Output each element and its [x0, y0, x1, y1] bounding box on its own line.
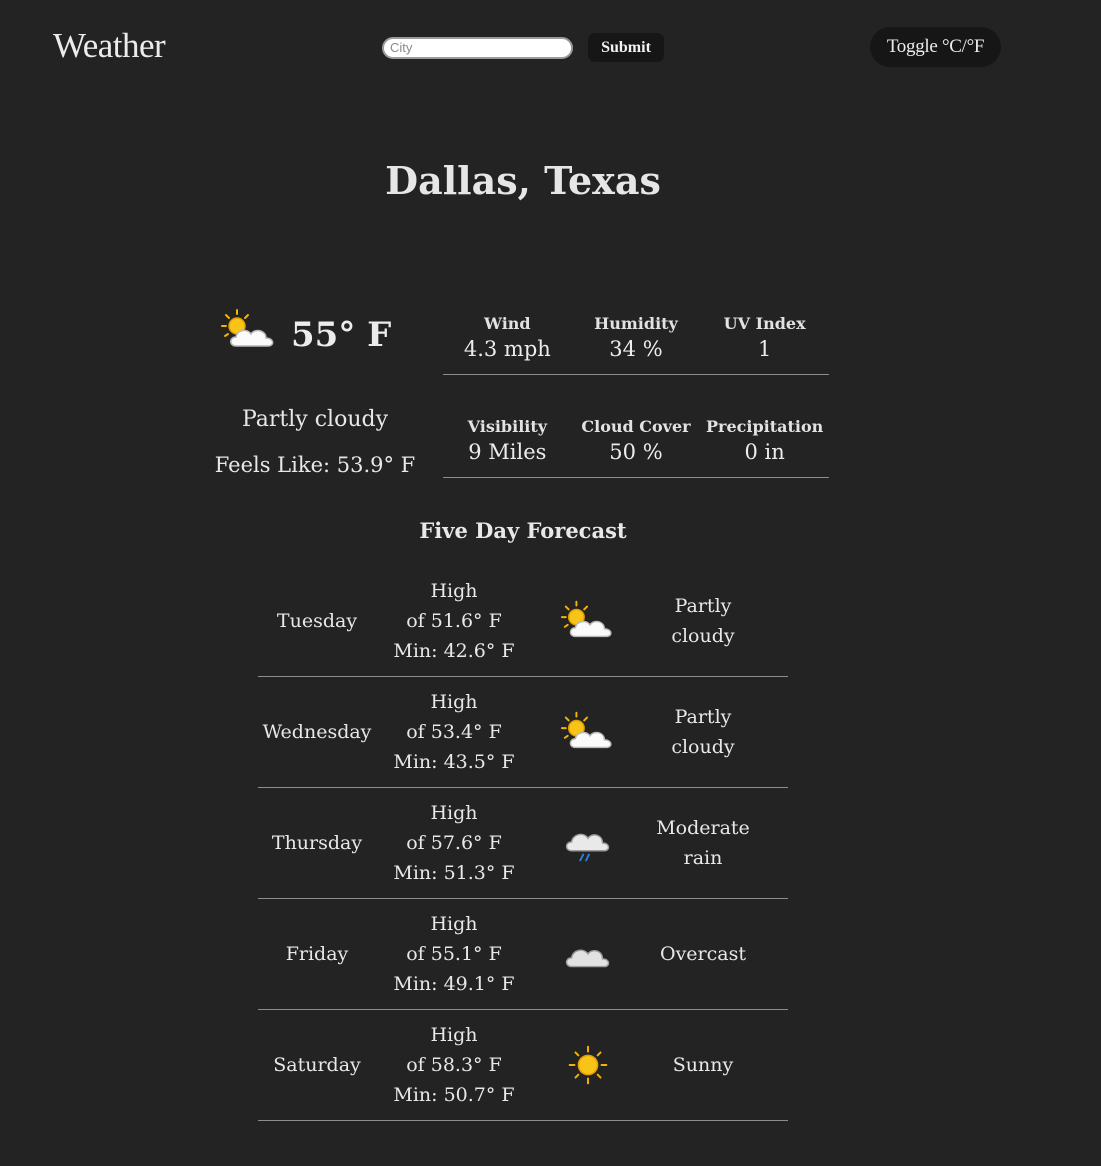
current-stats: Wind 4.3 mph Humidity 34 % UV Index 1 Vi…: [443, 308, 829, 478]
forecast-day: Saturday: [273, 1054, 361, 1076]
forecast-temps: High of 53.4° F Min: 43.5° F: [376, 687, 532, 777]
forecast-condition-line: rain: [683, 847, 723, 869]
overcast-cloud-icon: [560, 932, 616, 976]
forecast-temps: High of 55.1° F Min: 49.1° F: [376, 909, 532, 999]
stat-humidity: Humidity 34 %: [572, 308, 701, 374]
partly-cloudy-icon: [560, 599, 616, 643]
stat-label: Humidity: [594, 314, 678, 333]
forecast-day: Wednesday: [262, 721, 372, 743]
rain-cloud-icon: [560, 821, 616, 865]
forecast-condition: Moderate rain: [644, 813, 762, 873]
forecast-row: Saturday High of 58.3° F Min: 50.7° F Su…: [258, 1010, 788, 1121]
forecast-row: Friday High of 55.1° F Min: 49.1° F Over…: [258, 899, 788, 1010]
forecast-day: Thursday: [271, 832, 363, 854]
forecast-high: of 55.1° F: [406, 943, 502, 965]
forecast-condition-line: Overcast: [660, 943, 746, 965]
toggle-units-button[interactable]: Toggle °C/°F: [870, 27, 1001, 67]
city-search-input[interactable]: [382, 36, 573, 59]
stats-row: Visibility 9 Miles Cloud Cover 50 % Prec…: [443, 411, 829, 478]
forecast-row: Tuesday High of 51.6° F Min: 42.6° F Par…: [258, 566, 788, 677]
stat-value: 50 %: [609, 440, 663, 464]
sun-icon: [560, 1043, 616, 1087]
stat-label: UV Index: [723, 314, 806, 333]
forecast-row: Thursday High of 57.6° F Min: 51.3° F Mo…: [258, 788, 788, 899]
forecast-row: Wednesday High of 53.4° F Min: 43.5° F P…: [258, 677, 788, 788]
forecast-icon-cell: [532, 821, 644, 865]
forecast-min: Min: 49.1° F: [393, 973, 515, 995]
partly-cloudy-icon: [220, 308, 278, 352]
forecast-icon-cell: [532, 710, 644, 754]
forecast-condition-line: cloudy: [671, 625, 735, 647]
forecast-high-prefix: High: [430, 1024, 478, 1046]
forecast-high: of 57.6° F: [406, 832, 502, 854]
forecast-min: Min: 42.6° F: [393, 640, 515, 662]
stat-cloud-cover: Cloud Cover 50 %: [572, 411, 701, 477]
forecast-temps: High of 57.6° F Min: 51.3° F: [376, 798, 532, 888]
forecast-title: Five Day Forecast: [419, 518, 627, 543]
forecast-table: Tuesday High of 51.6° F Min: 42.6° F Par…: [258, 566, 788, 1121]
logo: Weather: [53, 26, 166, 65]
stat-value: 0 in: [744, 440, 785, 464]
forecast-condition: Partly cloudy: [644, 702, 762, 762]
stat-label: Cloud Cover: [581, 417, 691, 436]
forecast-condition-line: Partly: [674, 706, 732, 728]
header: Weather Submit Toggle °C/°F: [0, 0, 1101, 100]
stat-label: Visibility: [467, 417, 548, 436]
forecast-temps: High of 58.3° F Min: 50.7° F: [376, 1020, 532, 1110]
stat-value: 9 Miles: [468, 440, 547, 464]
stat-value: 1: [757, 337, 772, 361]
forecast-condition-line: Sunny: [672, 1054, 734, 1076]
stat-value: 34 %: [609, 337, 663, 361]
forecast-condition: Overcast: [644, 939, 762, 969]
stat-visibility: Visibility 9 Miles: [443, 411, 572, 477]
current-temperature: 55° F: [291, 315, 392, 355]
forecast-high-prefix: High: [430, 802, 478, 824]
stat-precipitation: Precipitation 0 in: [700, 411, 829, 477]
search-form: Submit: [382, 33, 664, 62]
forecast-high: of 51.6° F: [406, 610, 502, 632]
forecast-condition: Sunny: [644, 1050, 762, 1080]
stat-value: 4.3 mph: [463, 337, 551, 361]
forecast-temps: High of 51.6° F Min: 42.6° F: [376, 576, 532, 666]
forecast-condition: Partly cloudy: [644, 591, 762, 651]
forecast-condition-line: Partly: [674, 595, 732, 617]
stat-label: Wind: [484, 314, 531, 333]
current-condition: Partly cloudy: [241, 407, 389, 432]
stats-row: Wind 4.3 mph Humidity 34 % UV Index 1: [443, 308, 829, 375]
forecast-icon-cell: [532, 932, 644, 976]
forecast-icon-cell: [532, 599, 644, 643]
forecast-high-prefix: High: [430, 580, 478, 602]
forecast-high: of 58.3° F: [406, 1054, 502, 1076]
feels-like: Feels Like: 53.9° F: [214, 453, 416, 477]
forecast-high-prefix: High: [430, 913, 478, 935]
stat-label: Precipitation: [706, 417, 824, 436]
forecast-icon-cell: [532, 1043, 644, 1087]
forecast-condition-line: cloudy: [671, 736, 735, 758]
stat-uv-index: UV Index 1: [700, 308, 829, 374]
forecast-min: Min: 43.5° F: [393, 751, 515, 773]
forecast-high-prefix: High: [430, 691, 478, 713]
forecast-day: Tuesday: [276, 610, 358, 632]
city-title: Dallas, Texas: [385, 158, 661, 203]
stat-wind: Wind 4.3 mph: [443, 308, 572, 374]
forecast-high: of 53.4° F: [406, 721, 502, 743]
forecast-day: Friday: [285, 943, 349, 965]
partly-cloudy-icon: [560, 710, 616, 754]
forecast-min: Min: 50.7° F: [393, 1084, 515, 1106]
forecast-condition-line: Moderate: [656, 817, 750, 839]
forecast-min: Min: 51.3° F: [393, 862, 515, 884]
submit-button[interactable]: Submit: [588, 33, 664, 62]
